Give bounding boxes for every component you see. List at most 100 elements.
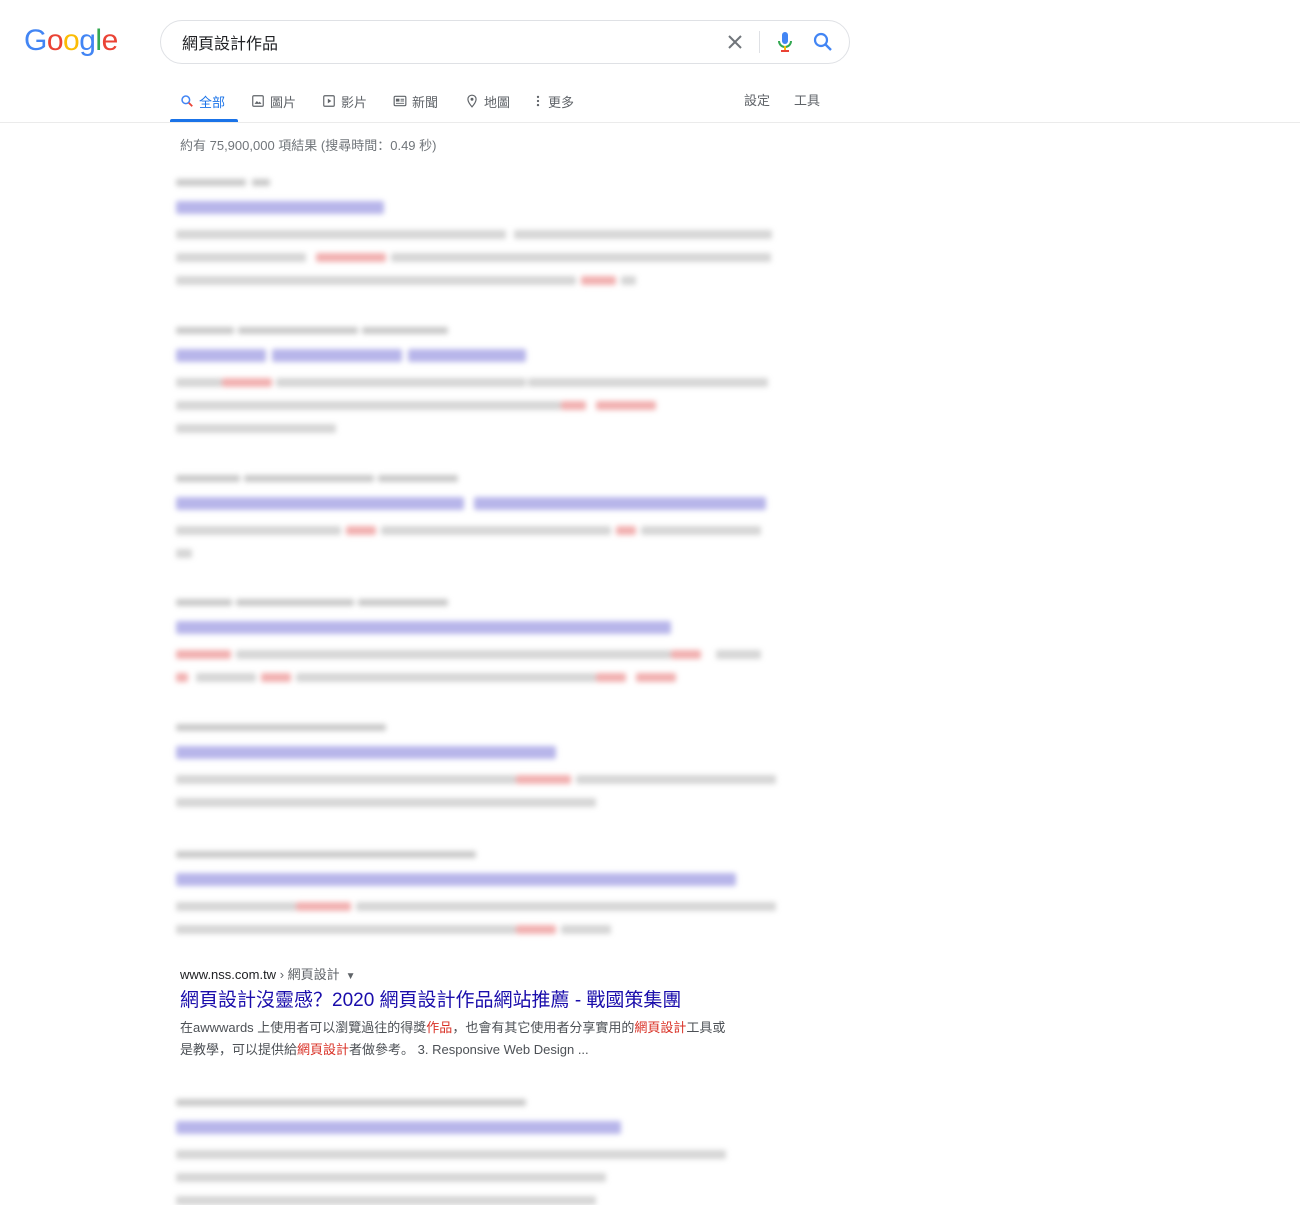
- tab-videos[interactable]: 影片: [322, 82, 367, 120]
- blurred-snippet: [596, 401, 656, 410]
- caret-down-icon[interactable]: ▼: [346, 971, 356, 982]
- blurred-snippet: [236, 650, 671, 659]
- tab-more[interactable]: 更多: [533, 82, 574, 120]
- close-icon: [728, 35, 742, 49]
- blurred-snippet: [716, 650, 761, 659]
- blurred-snippet: [616, 526, 636, 535]
- blurred-snippet: [176, 424, 336, 433]
- blurred-cite: [244, 475, 374, 482]
- blurred-snippet: [641, 526, 761, 535]
- tab-label: 影片: [341, 94, 368, 110]
- tab-news[interactable]: 新聞: [393, 82, 438, 120]
- blurred-cite: [236, 599, 354, 606]
- blurred-snippet: [176, 650, 231, 659]
- blurred-snippet: [176, 378, 222, 387]
- blurred-snippet: [581, 276, 616, 285]
- blurred-title: [176, 349, 266, 362]
- blurred-title: [176, 1121, 621, 1134]
- clear-search-button[interactable]: [723, 30, 747, 54]
- blurred-title: [176, 621, 671, 634]
- result-title-link[interactable]: 網頁設計沒靈感？2020 網頁設計作品網站推薦 - 戰國策集團: [180, 988, 780, 1014]
- snippet-highlight: 網頁設計: [634, 1020, 687, 1035]
- result-domain: www.nss.com.tw: [180, 967, 277, 982]
- tab-label: 地圖: [484, 94, 511, 110]
- blurred-cite: [176, 724, 386, 731]
- search-result: www.nss.com.tw › 網頁設計 ▼ 網頁設計沒靈感？2020 網頁設計…: [180, 965, 780, 1061]
- search-icon: [813, 32, 832, 51]
- blurred-snippet: [621, 276, 636, 285]
- blurred-snippet: [296, 673, 596, 682]
- blurred-cite: [176, 179, 246, 186]
- tab-all[interactable]: 全部: [180, 82, 225, 120]
- blurred-snippet: [176, 253, 306, 262]
- logo-letter: e: [101, 24, 119, 57]
- logo-letter: o: [63, 24, 80, 57]
- tools-link[interactable]: 工具: [794, 82, 820, 120]
- tab-maps[interactable]: 地圖: [465, 82, 510, 120]
- news-icon: [393, 95, 407, 107]
- blurred-snippet: [176, 1196, 596, 1205]
- blurred-title: [176, 497, 464, 510]
- snippet-highlight: 網頁設計: [297, 1042, 350, 1057]
- blurred-snippet: [176, 230, 506, 239]
- voice-search-button[interactable]: [773, 30, 797, 54]
- tab-label: 全部: [199, 94, 226, 110]
- snippet-highlight: 作品: [426, 1020, 453, 1035]
- result-path: › 網頁設計: [276, 967, 340, 982]
- blurred-cite: [176, 327, 234, 334]
- blurred-snippet: [176, 925, 516, 934]
- tab-label: 更多: [548, 94, 575, 110]
- result-snippet: 在awwwards 上使用者可以瀏覽過往的得獎作品，也會有其它使用者分享實用的網…: [180, 1017, 780, 1061]
- blurred-snippet: [176, 1173, 606, 1182]
- blurred-title: [474, 497, 766, 510]
- result-cite[interactable]: www.nss.com.tw › 網頁設計 ▼: [180, 965, 780, 985]
- blurred-snippet: [196, 673, 256, 682]
- blurred-cite: [176, 475, 240, 482]
- blurred-snippet: [176, 902, 296, 911]
- snippet-line-2: 是教學，可以提供給網頁設計者做參考。 3. Responsive Web Des…: [180, 1039, 780, 1061]
- blurred-snippet: [356, 902, 776, 911]
- blurred-snippet: [176, 673, 188, 682]
- snippet-text: ，也會有其它使用者分享實用的: [452, 1020, 635, 1035]
- snippet-text: 在awwwards 上使用者可以瀏覽過往的得獎: [180, 1020, 427, 1035]
- blurred-cite: [176, 1099, 526, 1106]
- logo-letter: o: [46, 24, 64, 57]
- blurred-snippet: [176, 276, 576, 285]
- blurred-snippet: [391, 253, 771, 262]
- map-pin-icon: [467, 94, 477, 108]
- blurred-cite: [176, 851, 476, 858]
- snippet-text: 是教學，可以提供給: [180, 1042, 298, 1057]
- blurred-snippet: [296, 902, 351, 911]
- blurred-snippet: [316, 253, 386, 262]
- result-stats: 約有 75,900,000 項結果 (搜尋時間：0.49 秒): [180, 138, 437, 153]
- snippet-text: 工具或: [686, 1020, 726, 1035]
- blurred-snippet: [276, 378, 526, 387]
- blurred-snippet: [516, 925, 556, 934]
- search-box: [160, 20, 850, 64]
- blurred-snippet: [596, 673, 626, 682]
- blurred-snippet: [561, 401, 586, 410]
- search-box-divider: [759, 31, 760, 53]
- blurred-snippet: [176, 1150, 726, 1159]
- search-submit-button[interactable]: [811, 30, 835, 54]
- blurred-snippet: [516, 775, 571, 784]
- image-icon: [252, 95, 264, 107]
- blurred-snippet: [176, 775, 516, 784]
- blurred-cite: [362, 327, 448, 334]
- search-tabs: 全部 圖片 影片 新聞 地圖 更多 設定 工具: [0, 82, 1300, 122]
- blurred-snippet: [636, 673, 676, 682]
- search-icon: [181, 95, 193, 107]
- settings-link[interactable]: 設定: [744, 82, 770, 120]
- header-divider: [0, 122, 1300, 123]
- search-input[interactable]: [182, 21, 702, 63]
- tab-images[interactable]: 圖片: [251, 82, 296, 120]
- blurred-cite: [252, 179, 270, 186]
- blurred-snippet: [514, 230, 772, 239]
- google-logo[interactable]: Google: [24, 24, 118, 60]
- tab-label: 圖片: [270, 94, 297, 110]
- blurred-snippet: [176, 526, 341, 535]
- blurred-snippet: [346, 526, 376, 535]
- blurred-snippet: [381, 526, 611, 535]
- blurred-snippet: [561, 925, 611, 934]
- blurred-snippet: [528, 378, 768, 387]
